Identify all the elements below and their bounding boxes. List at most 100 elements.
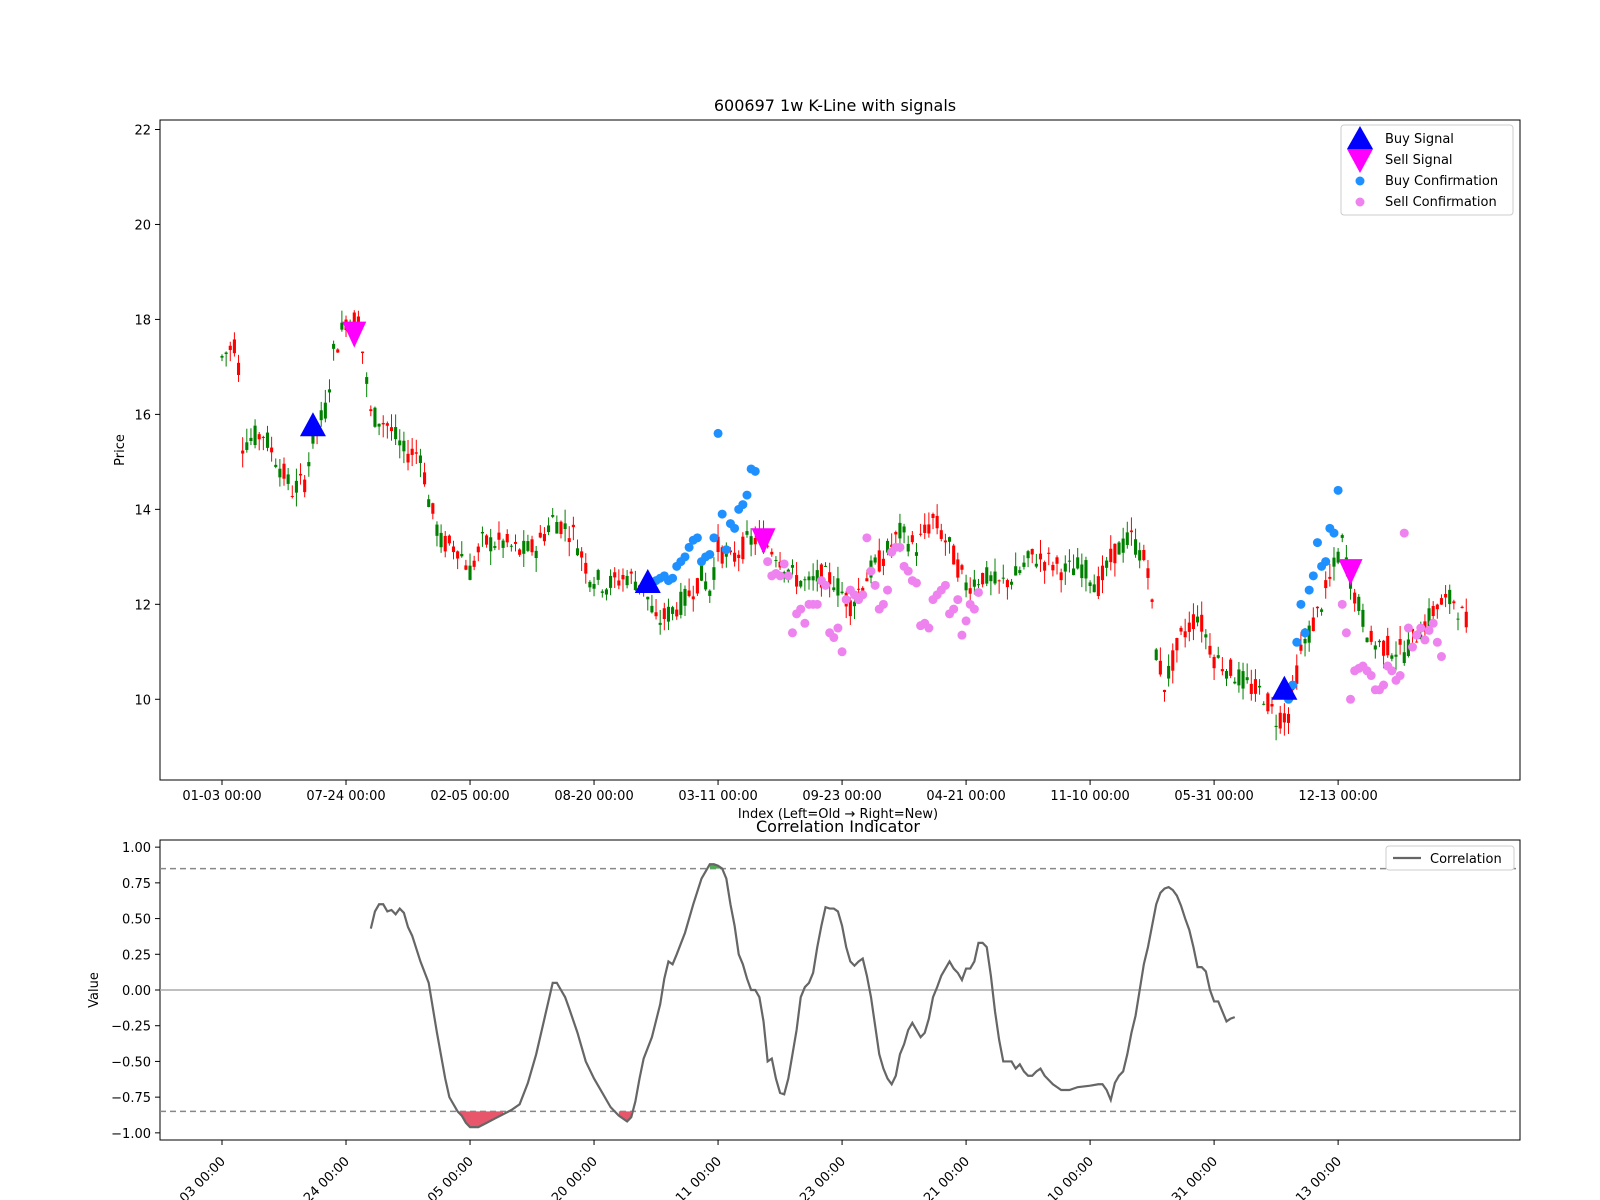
candle-body — [1415, 641, 1419, 643]
sell-confirmation-point — [903, 566, 913, 576]
candle-body — [910, 535, 914, 543]
candle-body — [253, 425, 257, 446]
candle-body — [1324, 580, 1328, 589]
candle-body — [1105, 560, 1109, 568]
candle-body — [551, 515, 555, 517]
candle-body — [1150, 599, 1154, 602]
legend-entry-label: Buy Signal — [1385, 132, 1454, 147]
candle-body — [600, 591, 604, 593]
candle-body — [410, 448, 414, 455]
candle-body — [265, 432, 270, 448]
candle-body — [795, 575, 799, 587]
candle-body — [1332, 557, 1336, 567]
x-tick-label: 01-03 00:00 — [162, 1154, 229, 1200]
x-tick-label: 09-23 00:00 — [782, 1154, 849, 1200]
candle-body — [542, 533, 546, 542]
candle-body — [774, 559, 778, 561]
buy-confirmation-point — [1312, 538, 1322, 548]
candle-body — [547, 525, 551, 533]
candle-body — [369, 409, 373, 412]
buy-confirmation-point — [705, 549, 715, 559]
candle-body — [472, 560, 476, 567]
candle-body — [625, 575, 629, 586]
sell-confirmation-point — [961, 616, 971, 626]
x-tick-label: 12-13 00:00 — [1298, 789, 1377, 804]
candle-body — [654, 612, 658, 617]
legend-entry-label: Correlation — [1430, 852, 1502, 867]
candle-body — [1113, 543, 1117, 564]
sell-confirmation-point — [779, 559, 789, 569]
candle-body — [609, 575, 613, 588]
sell-confirmation-point — [1341, 628, 1351, 638]
candle-body — [1142, 549, 1146, 561]
candle-body — [633, 581, 637, 590]
candle-body — [1092, 584, 1096, 593]
candle-body — [575, 548, 580, 556]
candle-body — [596, 570, 600, 580]
candle-body — [877, 550, 881, 572]
candle-body — [1365, 637, 1369, 643]
candle-body — [327, 389, 332, 393]
candle-body — [559, 521, 563, 535]
candle-body — [993, 571, 997, 584]
candle-body — [1134, 539, 1138, 555]
bottom-legend: Correlation — [1385, 845, 1515, 871]
sell-confirmation-point — [1346, 694, 1356, 704]
candle-body — [1270, 704, 1274, 707]
candle-body — [1398, 639, 1402, 645]
candle-body — [282, 463, 286, 479]
buy-confirmation-point — [1329, 528, 1339, 538]
candle-body — [1390, 655, 1394, 659]
candle-body — [278, 468, 282, 478]
candle-body — [737, 554, 741, 559]
top-legend: Buy Signal Sell Signal Buy Confirmation Sel… — [1340, 124, 1514, 216]
candle-body — [1361, 609, 1365, 627]
candle-body — [1014, 566, 1018, 576]
sell-confirmation-point — [1337, 599, 1347, 609]
buy-confirmation-point — [1333, 485, 1343, 495]
buy-confirmation-point — [1304, 585, 1314, 595]
y-tick-label: 0.25 — [122, 948, 151, 963]
legend-entry-label: Buy Confirmation — [1385, 174, 1498, 189]
candle-body — [224, 352, 228, 355]
candle-body — [307, 462, 311, 467]
candle-body — [319, 410, 323, 421]
candle-body — [381, 422, 385, 425]
buy-confirmation-point — [680, 552, 690, 562]
candle-body — [332, 343, 336, 349]
sell-confirmation-point — [1387, 666, 1397, 676]
candle-body — [1154, 649, 1158, 660]
candle-body — [476, 546, 480, 553]
candle-body — [675, 609, 679, 617]
candle-body — [956, 559, 960, 578]
candle-body — [1266, 693, 1270, 712]
candle-body — [1452, 601, 1456, 604]
bottom-panel: Correlation Indicator 1.00 0.75 0.50 0.25 0.… — [87, 817, 1521, 1200]
candle-body — [1460, 606, 1464, 609]
x-tick-label: 01-03 00:00 — [182, 789, 261, 804]
candle-body — [1245, 677, 1249, 681]
candle-body — [679, 591, 683, 615]
sell-confirmation-point — [870, 580, 880, 590]
buy-confirmation-point — [742, 490, 752, 500]
candle-body — [662, 608, 666, 620]
candle-body — [976, 584, 981, 586]
candle-body — [257, 434, 261, 440]
candle-body — [1076, 557, 1080, 569]
x-tick-label: 02-05 00:00 — [430, 789, 509, 804]
sell-confirmation-point — [866, 566, 876, 576]
candle-body — [323, 402, 327, 419]
candle-body — [823, 565, 828, 567]
candle-body — [1162, 689, 1167, 693]
candle-body — [1377, 640, 1382, 643]
candle-body — [394, 427, 398, 440]
candle-body — [464, 565, 468, 570]
candle-body — [1224, 671, 1229, 679]
candle-body — [745, 531, 749, 535]
candle-body — [1022, 562, 1026, 567]
legend-entry-label: Sell Signal — [1385, 153, 1453, 168]
sell-confirmation-point — [1420, 635, 1430, 645]
bottom-chart-title: Correlation Indicator — [756, 817, 920, 836]
candle-body — [1187, 622, 1191, 632]
candle-body — [563, 523, 567, 529]
